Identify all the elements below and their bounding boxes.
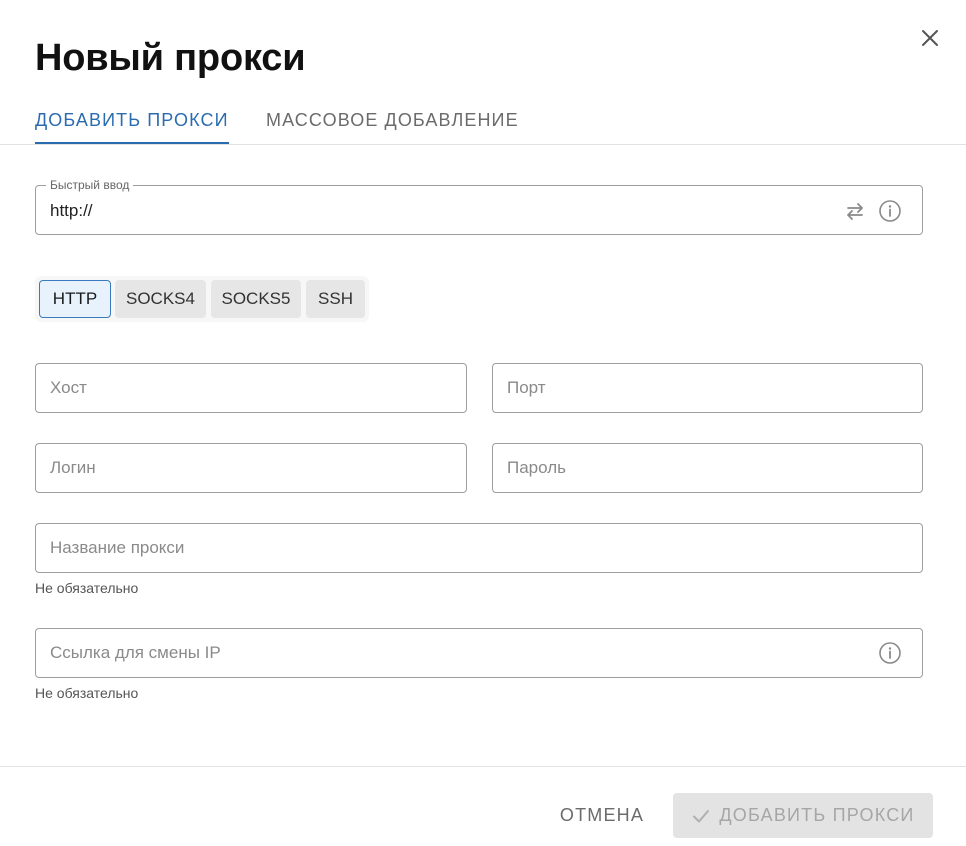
- close-icon: [922, 30, 938, 46]
- tab-add-proxy[interactable]: ДОБАВИТЬ ПРОКСИ: [35, 100, 229, 144]
- ip-change-url-field: [35, 628, 923, 678]
- port-input[interactable]: [493, 364, 922, 412]
- quick-input-label: Быстрый ввод: [46, 178, 134, 192]
- ip-change-url-hint: Не обязательно: [35, 685, 139, 701]
- host-field: [35, 363, 467, 413]
- add-proxy-button-label: ДОБАВИТЬ ПРОКСИ: [719, 805, 915, 825]
- add-proxy-button[interactable]: ДОБАВИТЬ ПРОКСИ: [673, 793, 933, 838]
- password-input[interactable]: [493, 444, 922, 492]
- proxy-name-field: [35, 523, 923, 573]
- protocol-ssh[interactable]: SSH: [306, 280, 365, 318]
- info-icon[interactable]: [878, 199, 902, 223]
- tab-bar: ДОБАВИТЬ ПРОКСИ МАССОВОЕ ДОБАВЛЕНИЕ: [0, 100, 966, 145]
- host-input[interactable]: [36, 364, 466, 412]
- quick-input-field: Быстрый ввод: [35, 178, 923, 235]
- dialog-title: Новый прокси: [35, 37, 306, 79]
- protocol-socks5[interactable]: SOCKS5: [211, 280, 301, 318]
- proxy-name-input[interactable]: [36, 524, 922, 572]
- info-icon[interactable]: [878, 641, 902, 665]
- ip-change-url-input[interactable]: [36, 629, 922, 677]
- swap-arrows-icon[interactable]: [844, 200, 866, 222]
- proxy-name-hint: Не обязательно: [35, 580, 139, 596]
- new-proxy-dialog: Новый прокси ДОБАВИТЬ ПРОКСИ МАССОВОЕ ДО…: [0, 0, 966, 846]
- cancel-button[interactable]: ОТМЕНА: [548, 793, 656, 837]
- quick-input[interactable]: [36, 186, 922, 234]
- protocol-selector: HTTP SOCKS4 SOCKS5 SSH: [35, 276, 369, 322]
- protocol-socks4[interactable]: SOCKS4: [115, 280, 206, 318]
- protocol-http[interactable]: HTTP: [39, 280, 111, 318]
- port-field: [492, 363, 923, 413]
- tab-bulk-add[interactable]: МАССОВОЕ ДОБАВЛЕНИЕ: [266, 100, 519, 144]
- dialog-footer: ОТМЕНА ДОБАВИТЬ ПРОКСИ: [0, 766, 966, 846]
- login-input[interactable]: [36, 444, 466, 492]
- close-button[interactable]: [916, 24, 944, 52]
- login-field: [35, 443, 467, 493]
- password-field: [492, 443, 923, 493]
- check-icon: [693, 809, 710, 822]
